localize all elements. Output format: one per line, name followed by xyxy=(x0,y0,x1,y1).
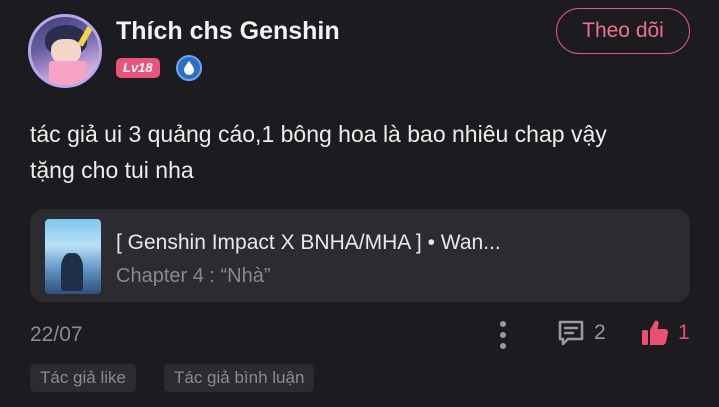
avatar-book xyxy=(49,61,87,85)
story-title: [ Genshin Impact X BNHA/MHA ] • Wan... xyxy=(116,231,501,254)
like-button[interactable]: 1 xyxy=(640,318,690,348)
comment-line-2: tặng cho tui nha xyxy=(30,157,194,183)
username[interactable]: Thích chs Genshin xyxy=(116,17,340,46)
reply-count: 2 xyxy=(594,321,606,344)
follow-button[interactable]: Theo dõi xyxy=(556,8,690,54)
dot-icon xyxy=(500,343,506,349)
reply-button[interactable]: 2 xyxy=(556,318,606,348)
user-avatar[interactable] xyxy=(28,14,102,88)
story-chapter: Chapter 4 : “Nhà” xyxy=(116,265,271,287)
story-cover-image xyxy=(45,219,101,294)
comment-date: 22/07 xyxy=(30,323,83,346)
water-drop-badge-icon xyxy=(176,55,202,81)
comment-icon xyxy=(558,320,584,346)
cover-figure xyxy=(61,253,83,291)
comment-line-1: tác giả ui 3 quảng cáo,1 bông hoa là bao… xyxy=(30,121,607,147)
more-options-button[interactable] xyxy=(494,318,512,352)
thumbs-up-icon xyxy=(642,320,669,345)
story-card[interactable]: [ Genshin Impact X BNHA/MHA ] • Wan... C… xyxy=(30,209,690,302)
author-like-tag: Tác giả like xyxy=(30,364,136,392)
dot-icon xyxy=(500,321,506,327)
like-count: 1 xyxy=(678,321,690,344)
dot-icon xyxy=(500,332,506,338)
author-replied-tag: Tác giả bình luận xyxy=(164,364,315,392)
comment-text: tác giả ui 3 quảng cáo,1 bông hoa là bao… xyxy=(30,116,690,188)
level-badge: Lv18 xyxy=(116,58,160,78)
water-drop-icon xyxy=(184,61,194,75)
